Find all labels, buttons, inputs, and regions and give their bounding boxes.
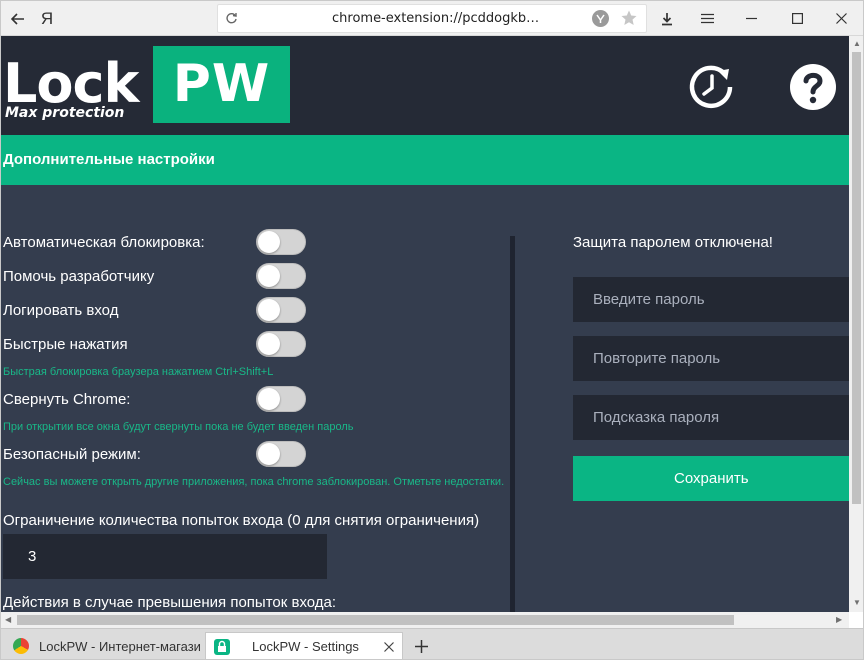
- reload-icon[interactable]: [225, 12, 238, 30]
- attempt-limit-input[interactable]: [3, 534, 327, 579]
- scroll-right-icon[interactable]: ▶: [836, 615, 842, 624]
- close-button[interactable]: [829, 1, 853, 36]
- toggle-knob: [258, 333, 280, 355]
- chrome-store-icon: [13, 638, 29, 654]
- quick-keys-hint: Быстрая блокировка браузера нажатием Ctr…: [3, 366, 274, 378]
- toggle-knob: [258, 265, 280, 287]
- browser-toolbar: Я chrome-extension://pcddogkb…: [1, 1, 863, 36]
- help-developer-label: Помочь разработчику: [3, 268, 155, 285]
- vertical-scroll-thumb[interactable]: [852, 52, 861, 504]
- safe-mode-label: Безопасный режим:: [3, 446, 141, 463]
- download-icon: [662, 12, 672, 25]
- tab-bar: LockPW - Интернет-магазин LockPW - Setti…: [1, 628, 863, 659]
- minimize-chrome-label: Свернуть Chrome:: [3, 391, 131, 408]
- close-tab-icon[interactable]: [384, 640, 394, 655]
- logo-subtitle: Max protection: [5, 105, 125, 121]
- help-developer-toggle[interactable]: [256, 263, 306, 289]
- column-divider: [510, 236, 515, 612]
- auto-lock-toggle[interactable]: [256, 229, 306, 255]
- password-status: Защита паролем отключена!: [573, 234, 773, 251]
- minimize-chrome-toggle[interactable]: [256, 386, 306, 412]
- password-hint-input[interactable]: [573, 395, 849, 440]
- tab-store[interactable]: LockPW - Интернет-магазин: [5, 632, 201, 659]
- password-input[interactable]: [573, 277, 849, 322]
- help-question-icon[interactable]: [789, 63, 837, 111]
- toggle-knob: [258, 388, 280, 410]
- horizontal-scroll-thumb[interactable]: [17, 615, 734, 625]
- lock-icon: [214, 638, 230, 655]
- minimize-icon: [745, 17, 757, 20]
- scroll-left-icon[interactable]: ◀: [5, 615, 11, 624]
- repeat-password-input[interactable]: [573, 336, 849, 381]
- toggle-knob: [258, 231, 280, 253]
- downloads-button[interactable]: [655, 1, 679, 36]
- toggle-knob: [258, 299, 280, 321]
- quick-keys-label: Быстрые нажатия: [3, 336, 128, 353]
- yandex-button[interactable]: Я: [37, 1, 57, 36]
- app-header: Lock Max protection PW: [1, 36, 849, 135]
- minimize-button[interactable]: [739, 1, 763, 36]
- vertical-scrollbar[interactable]: ▲ ▼: [849, 36, 863, 612]
- browser-window: Я chrome-extension://pcddogkb… Lock Max …: [0, 0, 864, 660]
- horizontal-scrollbar[interactable]: ◀ ▶: [1, 612, 849, 628]
- new-tab-button[interactable]: [411, 632, 431, 659]
- address-bar[interactable]: chrome-extension://pcddogkb…: [217, 4, 647, 33]
- exceed-actions-label: Действия в случае превышения попыток вхо…: [3, 594, 337, 611]
- back-button[interactable]: [5, 1, 31, 36]
- section-title: Дополнительные настройки: [3, 151, 215, 168]
- section-bar: Дополнительные настройки: [1, 135, 849, 185]
- menu-button[interactable]: [695, 1, 719, 36]
- logo-pw-badge: PW: [153, 46, 290, 123]
- safe-mode-hint: Сейчас вы можете открыть другие приложен…: [3, 476, 505, 488]
- tab-label: LockPW - Интернет-магазин: [39, 638, 201, 654]
- hamburger-icon: [700, 13, 714, 24]
- history-clock-icon[interactable]: [688, 63, 736, 111]
- maximize-button[interactable]: [785, 1, 809, 36]
- quick-keys-toggle[interactable]: [256, 331, 306, 357]
- toggle-knob: [258, 443, 280, 465]
- close-icon: [835, 13, 847, 24]
- bookmark-star-icon[interactable]: [620, 9, 638, 32]
- minimize-chrome-hint: При открытии все окна будут свернуты пок…: [3, 421, 354, 433]
- tab-label: LockPW - Settings: [252, 639, 359, 654]
- log-login-toggle[interactable]: [256, 297, 306, 323]
- scroll-down-icon[interactable]: ▼: [853, 598, 861, 607]
- save-button[interactable]: Сохранить: [573, 456, 849, 501]
- back-arrow-icon: [11, 12, 24, 25]
- plus-icon: [414, 639, 428, 653]
- attempt-limit-label: Ограничение количества попыток входа (0 …: [3, 512, 480, 529]
- url-text: chrome-extension://pcddogkb…: [332, 11, 540, 26]
- settings-page: Lock Max protection PW Дополнительные на: [1, 36, 849, 612]
- maximize-icon: [791, 13, 803, 24]
- log-login-label: Логировать вход: [3, 302, 119, 319]
- auto-lock-label: Автоматическая блокировка:: [3, 234, 205, 251]
- safe-mode-toggle[interactable]: [256, 441, 306, 467]
- protect-shield-icon[interactable]: [592, 10, 609, 27]
- scroll-up-icon[interactable]: ▲: [853, 39, 861, 48]
- tab-settings[interactable]: LockPW - Settings: [205, 632, 403, 659]
